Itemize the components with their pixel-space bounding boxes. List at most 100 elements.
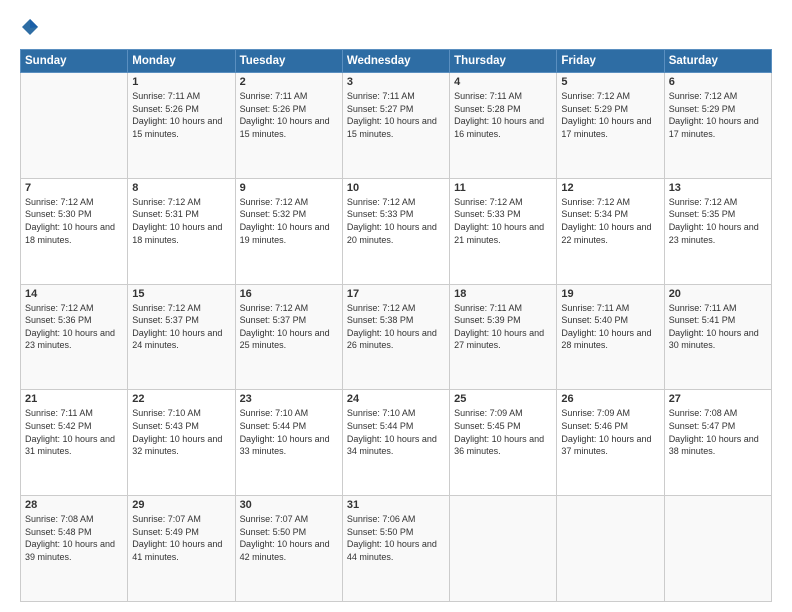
sunset-text: Sunset: 5:35 PM — [669, 209, 736, 219]
day-number: 4 — [454, 76, 552, 88]
day-number: 21 — [25, 393, 123, 405]
daylight-text: Daylight: 10 hours and 15 minutes. — [132, 116, 222, 139]
day-number: 1 — [132, 76, 230, 88]
calendar-cell: 20 Sunrise: 7:11 AM Sunset: 5:41 PM Dayl… — [664, 284, 771, 390]
day-info: Sunrise: 7:12 AM Sunset: 5:30 PM Dayligh… — [25, 196, 123, 246]
sunrise-text: Sunrise: 7:10 AM — [132, 408, 201, 418]
header-wednesday: Wednesday — [342, 50, 449, 73]
calendar-week-row: 14 Sunrise: 7:12 AM Sunset: 5:36 PM Dayl… — [21, 284, 772, 390]
sunrise-text: Sunrise: 7:07 AM — [240, 514, 309, 524]
sunset-text: Sunset: 5:50 PM — [240, 527, 307, 537]
day-info: Sunrise: 7:11 AM Sunset: 5:27 PM Dayligh… — [347, 90, 445, 140]
sunset-text: Sunset: 5:34 PM — [561, 209, 628, 219]
sunrise-text: Sunrise: 7:12 AM — [561, 197, 630, 207]
sunset-text: Sunset: 5:44 PM — [240, 421, 307, 431]
day-info: Sunrise: 7:12 AM Sunset: 5:37 PM Dayligh… — [132, 302, 230, 352]
day-number: 29 — [132, 499, 230, 511]
sunrise-text: Sunrise: 7:11 AM — [454, 303, 522, 313]
daylight-text: Daylight: 10 hours and 17 minutes. — [561, 116, 651, 139]
daylight-text: Daylight: 10 hours and 38 minutes. — [669, 434, 759, 457]
day-info: Sunrise: 7:11 AM Sunset: 5:26 PM Dayligh… — [240, 90, 338, 140]
calendar-cell: 11 Sunrise: 7:12 AM Sunset: 5:33 PM Dayl… — [450, 178, 557, 284]
sunset-text: Sunset: 5:38 PM — [347, 315, 414, 325]
day-info: Sunrise: 7:12 AM Sunset: 5:36 PM Dayligh… — [25, 302, 123, 352]
sunrise-text: Sunrise: 7:11 AM — [240, 91, 308, 101]
daylight-text: Daylight: 10 hours and 16 minutes. — [454, 116, 544, 139]
sunset-text: Sunset: 5:48 PM — [25, 527, 92, 537]
sunrise-text: Sunrise: 7:12 AM — [454, 197, 523, 207]
sunset-text: Sunset: 5:47 PM — [669, 421, 736, 431]
daylight-text: Daylight: 10 hours and 39 minutes. — [25, 539, 115, 562]
daylight-text: Daylight: 10 hours and 31 minutes. — [25, 434, 115, 457]
daylight-text: Daylight: 10 hours and 19 minutes. — [240, 222, 330, 245]
weekday-header-row: Sunday Monday Tuesday Wednesday Thursday… — [21, 50, 772, 73]
sunset-text: Sunset: 5:50 PM — [347, 527, 414, 537]
daylight-text: Daylight: 10 hours and 34 minutes. — [347, 434, 437, 457]
calendar-cell: 3 Sunrise: 7:11 AM Sunset: 5:27 PM Dayli… — [342, 73, 449, 179]
sunrise-text: Sunrise: 7:11 AM — [454, 91, 522, 101]
day-info: Sunrise: 7:12 AM Sunset: 5:35 PM Dayligh… — [669, 196, 767, 246]
day-info: Sunrise: 7:11 AM Sunset: 5:28 PM Dayligh… — [454, 90, 552, 140]
calendar-cell: 28 Sunrise: 7:08 AM Sunset: 5:48 PM Dayl… — [21, 496, 128, 602]
page: Sunday Monday Tuesday Wednesday Thursday… — [0, 0, 792, 612]
calendar-cell: 1 Sunrise: 7:11 AM Sunset: 5:26 PM Dayli… — [128, 73, 235, 179]
calendar-table: Sunday Monday Tuesday Wednesday Thursday… — [20, 49, 772, 602]
daylight-text: Daylight: 10 hours and 22 minutes. — [561, 222, 651, 245]
sunset-text: Sunset: 5:33 PM — [454, 209, 521, 219]
day-number: 5 — [561, 76, 659, 88]
sunrise-text: Sunrise: 7:09 AM — [454, 408, 523, 418]
calendar-cell: 9 Sunrise: 7:12 AM Sunset: 5:32 PM Dayli… — [235, 178, 342, 284]
sunrise-text: Sunrise: 7:10 AM — [347, 408, 416, 418]
calendar-cell: 26 Sunrise: 7:09 AM Sunset: 5:46 PM Dayl… — [557, 390, 664, 496]
sunset-text: Sunset: 5:37 PM — [132, 315, 199, 325]
daylight-text: Daylight: 10 hours and 21 minutes. — [454, 222, 544, 245]
sunrise-text: Sunrise: 7:09 AM — [561, 408, 630, 418]
sunrise-text: Sunrise: 7:12 AM — [25, 303, 94, 313]
day-info: Sunrise: 7:10 AM Sunset: 5:44 PM Dayligh… — [240, 407, 338, 457]
header-sunday: Sunday — [21, 50, 128, 73]
sunrise-text: Sunrise: 7:11 AM — [669, 303, 737, 313]
daylight-text: Daylight: 10 hours and 25 minutes. — [240, 328, 330, 351]
day-number: 26 — [561, 393, 659, 405]
day-number: 23 — [240, 393, 338, 405]
day-number: 22 — [132, 393, 230, 405]
sunset-text: Sunset: 5:27 PM — [347, 104, 414, 114]
sunset-text: Sunset: 5:40 PM — [561, 315, 628, 325]
sunset-text: Sunset: 5:49 PM — [132, 527, 199, 537]
calendar-cell: 19 Sunrise: 7:11 AM Sunset: 5:40 PM Dayl… — [557, 284, 664, 390]
day-number: 19 — [561, 288, 659, 300]
day-number: 12 — [561, 182, 659, 194]
header-saturday: Saturday — [664, 50, 771, 73]
daylight-text: Daylight: 10 hours and 18 minutes. — [25, 222, 115, 245]
day-number: 10 — [347, 182, 445, 194]
sunrise-text: Sunrise: 7:11 AM — [25, 408, 93, 418]
calendar-week-row: 21 Sunrise: 7:11 AM Sunset: 5:42 PM Dayl… — [21, 390, 772, 496]
sunset-text: Sunset: 5:45 PM — [454, 421, 521, 431]
calendar-cell: 25 Sunrise: 7:09 AM Sunset: 5:45 PM Dayl… — [450, 390, 557, 496]
calendar-cell: 5 Sunrise: 7:12 AM Sunset: 5:29 PM Dayli… — [557, 73, 664, 179]
sunrise-text: Sunrise: 7:08 AM — [669, 408, 738, 418]
calendar-cell: 12 Sunrise: 7:12 AM Sunset: 5:34 PM Dayl… — [557, 178, 664, 284]
calendar-cell: 21 Sunrise: 7:11 AM Sunset: 5:42 PM Dayl… — [21, 390, 128, 496]
sunrise-text: Sunrise: 7:08 AM — [25, 514, 94, 524]
day-number: 24 — [347, 393, 445, 405]
sunset-text: Sunset: 5:30 PM — [25, 209, 92, 219]
sunrise-text: Sunrise: 7:12 AM — [347, 303, 416, 313]
daylight-text: Daylight: 10 hours and 33 minutes. — [240, 434, 330, 457]
daylight-text: Daylight: 10 hours and 44 minutes. — [347, 539, 437, 562]
calendar-cell: 16 Sunrise: 7:12 AM Sunset: 5:37 PM Dayl… — [235, 284, 342, 390]
daylight-text: Daylight: 10 hours and 28 minutes. — [561, 328, 651, 351]
calendar-cell — [664, 496, 771, 602]
logo-icon — [21, 18, 39, 36]
day-info: Sunrise: 7:12 AM Sunset: 5:33 PM Dayligh… — [347, 196, 445, 246]
day-info: Sunrise: 7:11 AM Sunset: 5:26 PM Dayligh… — [132, 90, 230, 140]
calendar-cell: 4 Sunrise: 7:11 AM Sunset: 5:28 PM Dayli… — [450, 73, 557, 179]
day-number: 13 — [669, 182, 767, 194]
day-number: 28 — [25, 499, 123, 511]
calendar-cell: 10 Sunrise: 7:12 AM Sunset: 5:33 PM Dayl… — [342, 178, 449, 284]
daylight-text: Daylight: 10 hours and 15 minutes. — [347, 116, 437, 139]
sunset-text: Sunset: 5:46 PM — [561, 421, 628, 431]
header-tuesday: Tuesday — [235, 50, 342, 73]
daylight-text: Daylight: 10 hours and 15 minutes. — [240, 116, 330, 139]
daylight-text: Daylight: 10 hours and 20 minutes. — [347, 222, 437, 245]
